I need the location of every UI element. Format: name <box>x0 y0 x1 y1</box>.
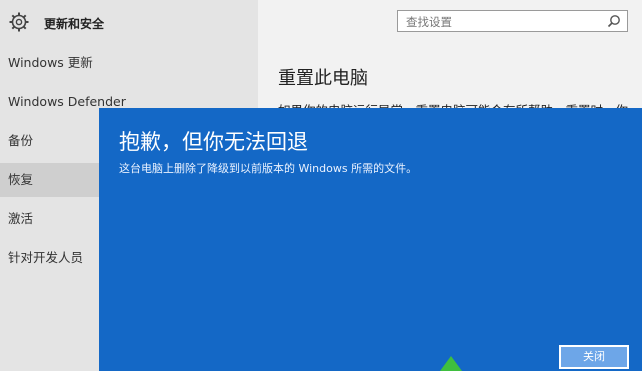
cursor-shape <box>440 356 462 371</box>
search-placeholder: 查找设置 <box>406 15 452 29</box>
close-button[interactable]: 关闭 <box>559 345 629 369</box>
search-icon[interactable] <box>607 14 621 28</box>
sidebar-header: 更新和安全 <box>0 0 258 46</box>
sidebar-item-windows-update[interactable]: Windows 更新 <box>0 46 258 80</box>
error-dialog: 抱歉，但你无法回退 这台电脑上删除了降级到以前版本的 Windows 所需的文件… <box>99 108 642 371</box>
page-title: 重置此电脑 <box>278 68 368 89</box>
sidebar-title: 更新和安全 <box>44 17 105 31</box>
dialog-title: 抱歉，但你无法回退 <box>119 130 308 154</box>
dialog-message: 这台电脑上删除了降级到以前版本的 Windows 所需的文件。 <box>119 162 418 175</box>
search-input[interactable]: 查找设置 <box>397 10 628 32</box>
gear-icon <box>9 12 29 32</box>
